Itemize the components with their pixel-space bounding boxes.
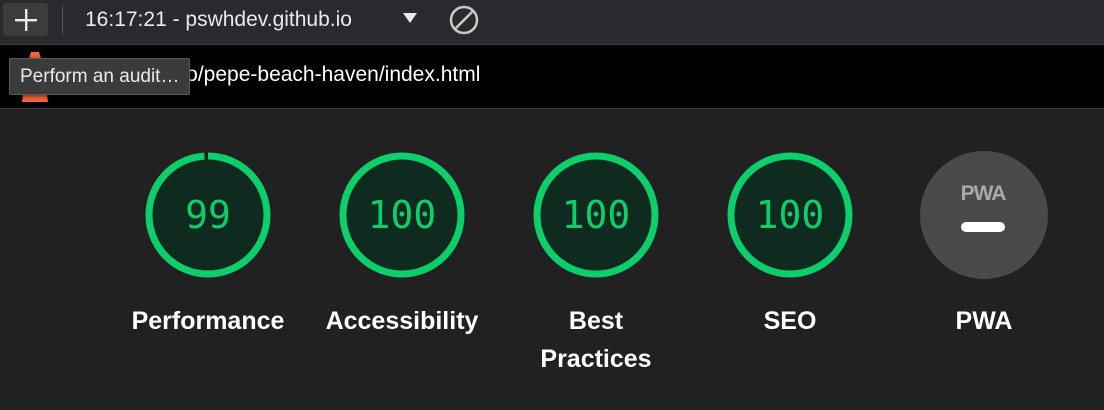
accessibility-score: 100 (368, 193, 437, 237)
lighthouse-toolbar: 16:17:21 - pswhdev.github.io (0, 0, 1104, 45)
gauge-seo[interactable]: 100 SEO (690, 150, 890, 340)
gauge-best-practices[interactable]: 100 Best Practices (496, 150, 696, 378)
toolbar-divider (62, 5, 63, 35)
score-gauges: 99 Performance 100 Accessibility 100 Bes… (0, 110, 1104, 410)
accessibility-score-ring: 100 (339, 152, 465, 278)
seo-score: 100 (756, 193, 825, 237)
new-audit-tooltip: Perform an audit… (9, 58, 191, 95)
gauge-pwa[interactable]: PWA PWA (884, 150, 1084, 340)
best-practices-score-ring: 100 (533, 152, 659, 278)
caret-down-icon[interactable] (402, 12, 418, 24)
pwa-label: PWA (955, 307, 1013, 335)
block-icon[interactable] (447, 4, 481, 36)
gauge-performance[interactable]: 99 Performance (108, 150, 308, 340)
performance-label: Performance (131, 307, 285, 335)
pwa-logo-icon: PWA (961, 182, 1007, 205)
plus-icon (15, 9, 37, 31)
pwa-na-dash (961, 222, 1005, 232)
gauge-accessibility[interactable]: 100 Accessibility (302, 150, 502, 340)
pwa-badge: PWA (920, 151, 1048, 279)
accessibility-label: Accessibility (325, 307, 479, 335)
best-practices-score: 100 (562, 193, 631, 237)
new-audit-button[interactable] (3, 3, 48, 36)
best-practices-label: Best Practices (540, 307, 652, 373)
report-selector[interactable]: 16:17:21 - pswhdev.github.io (85, 8, 352, 32)
seo-label: SEO (763, 307, 817, 335)
performance-score-ring: 99 (145, 152, 271, 278)
performance-score: 99 (185, 193, 231, 237)
seo-score-ring: 100 (727, 152, 853, 278)
report-selector-label: 16:17:21 - pswhdev.github.io (85, 8, 352, 31)
